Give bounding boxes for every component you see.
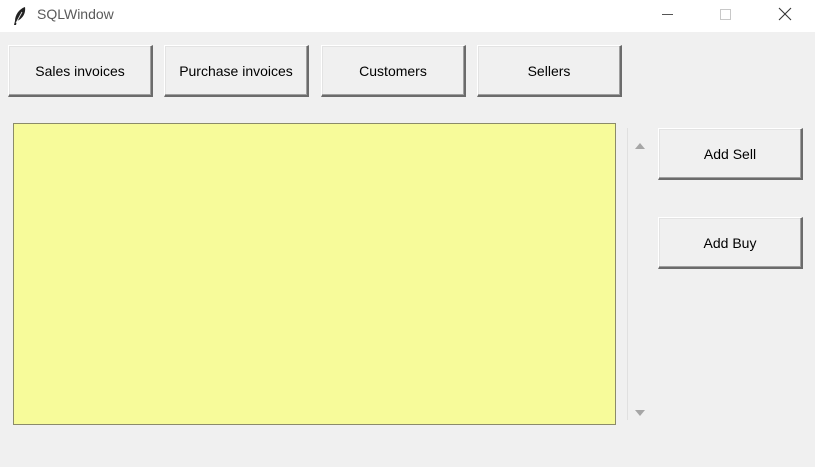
records-listbox[interactable] bbox=[13, 123, 616, 425]
purchase-invoices-button[interactable]: Purchase invoices bbox=[164, 45, 309, 97]
window-title: SQLWindow bbox=[37, 6, 114, 22]
vertical-scrollbar[interactable] bbox=[627, 128, 644, 420]
app-window: SQLWindow Sales invoices Purchase invoic… bbox=[0, 0, 815, 467]
minimize-button[interactable] bbox=[645, 0, 691, 30]
add-buy-button[interactable]: Add Buy bbox=[658, 217, 803, 269]
sales-invoices-button[interactable]: Sales invoices bbox=[8, 45, 153, 97]
close-button[interactable] bbox=[761, 0, 807, 30]
maximize-button[interactable] bbox=[703, 0, 749, 30]
triangle-up-icon[interactable] bbox=[634, 136, 646, 149]
triangle-down-icon[interactable] bbox=[634, 403, 646, 416]
title-bar[interactable]: SQLWindow bbox=[0, 0, 815, 32]
feather-icon bbox=[12, 6, 28, 26]
customers-button[interactable]: Customers bbox=[321, 45, 466, 97]
add-sell-button[interactable]: Add Sell bbox=[658, 128, 803, 180]
scrollbar-divider bbox=[627, 128, 628, 420]
sellers-button[interactable]: Sellers bbox=[477, 45, 622, 97]
